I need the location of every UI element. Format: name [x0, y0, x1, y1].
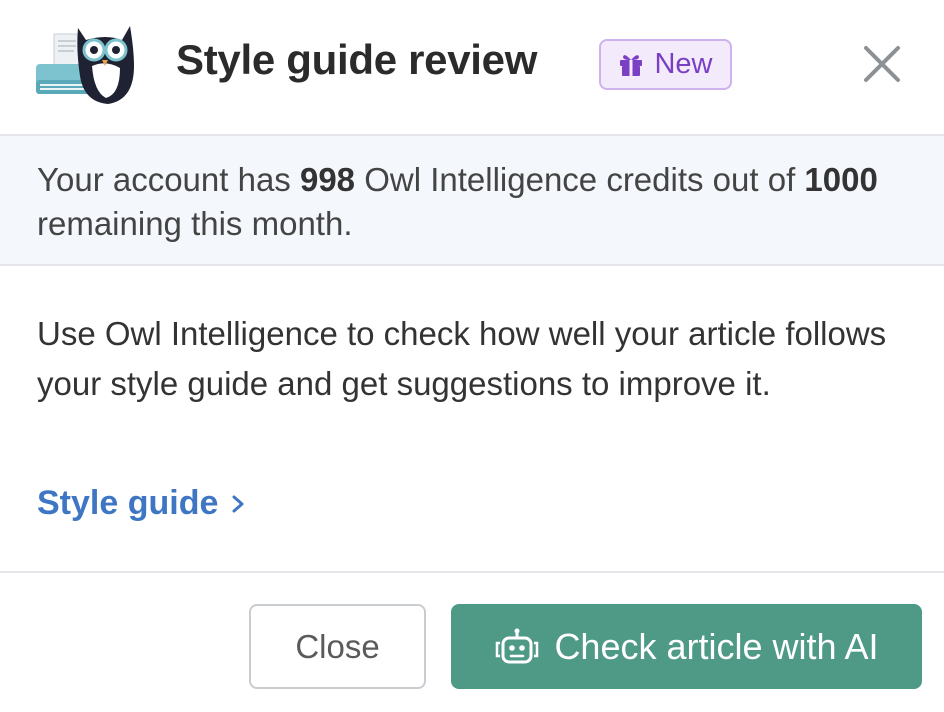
credits-prefix: Your account has	[37, 161, 300, 198]
owl-logo-icon	[36, 26, 134, 104]
credits-total: 1000	[804, 161, 878, 198]
chevron-right-icon	[232, 495, 244, 512]
credits-suffix: remaining this month.	[37, 205, 353, 242]
credits-middle: Owl Intelligence credits out of	[355, 161, 805, 198]
check-article-label: Check article with AI	[554, 625, 879, 667]
credits-used: 998	[299, 161, 356, 198]
robot-icon	[496, 628, 539, 663]
close-icon[interactable]	[860, 42, 904, 86]
new-badge: New	[599, 39, 732, 90]
style-guide-link-label: Style guide	[37, 484, 219, 522]
credits-notice: Your account has 998 Owl Intelligence cr…	[0, 136, 944, 264]
credits-divider	[0, 264, 944, 266]
close-button[interactable]: Close	[249, 604, 426, 689]
check-article-button[interactable]: Check article with AI	[451, 604, 922, 689]
description-text: Use Owl Intelligence to check how well y…	[37, 315, 887, 402]
footer-divider	[0, 571, 944, 573]
dialog-title: Style guide review	[176, 36, 538, 83]
gift-icon	[620, 54, 643, 76]
credits-text: Your account has 998 Owl Intelligence cr…	[37, 158, 917, 246]
dialog-header: Style guide review New	[0, 0, 944, 134]
style-guide-link[interactable]: Style guide	[37, 484, 248, 523]
new-badge-label: New	[654, 48, 713, 80]
style-guide-review-dialog: Style guide review New Your account has …	[0, 0, 944, 712]
